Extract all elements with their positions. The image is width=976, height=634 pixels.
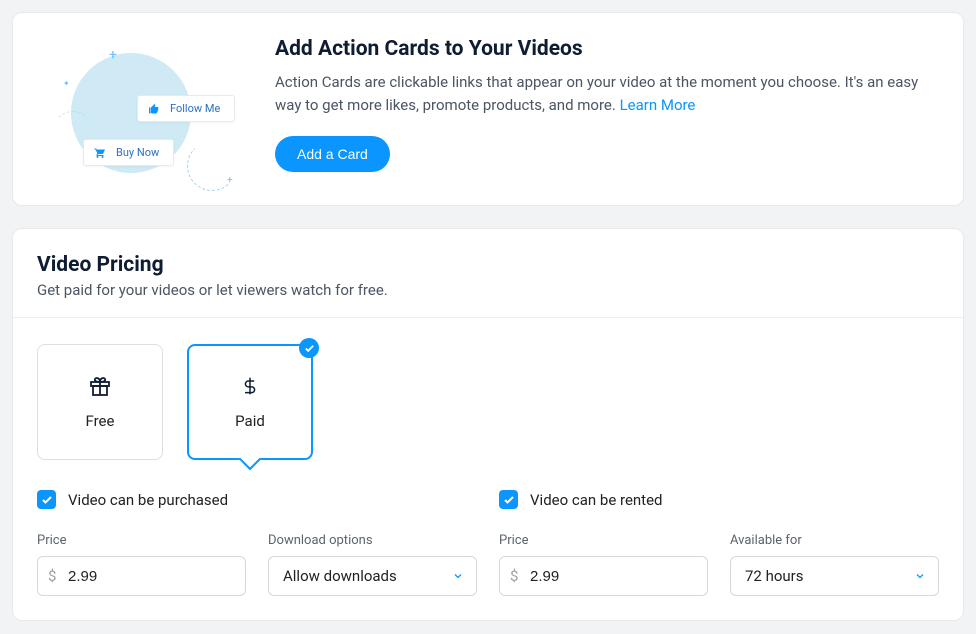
purchase-checkbox-label: Video can be purchased [68, 491, 228, 509]
purchase-price-label: Price [37, 533, 246, 548]
rent-checkbox-label: Video can be rented [530, 491, 663, 509]
checkmark-icon [41, 494, 53, 506]
rent-column: Video can be rented Price $ Available fo… [499, 490, 939, 596]
add-card-button[interactable]: Add a Card [275, 136, 390, 172]
dollar-icon [240, 374, 260, 398]
learn-more-link[interactable]: Learn More [620, 96, 696, 114]
divider [13, 317, 963, 318]
illus-chip-follow-text: Follow Me [170, 102, 220, 115]
available-for-value: 72 hours [745, 567, 804, 585]
currency-symbol: $ [48, 567, 56, 585]
chevron-down-icon [452, 570, 464, 582]
video-pricing-panel: Video Pricing Get paid for your videos o… [12, 228, 964, 621]
option-free-label: Free [86, 412, 115, 430]
pricing-options: Free Paid [37, 344, 939, 460]
available-for-select[interactable]: 72 hours [730, 556, 939, 596]
chevron-down-icon [914, 570, 926, 582]
option-paid-label: Paid [235, 412, 265, 430]
purchase-checkbox[interactable] [37, 490, 56, 509]
download-options-label: Download options [268, 533, 477, 548]
purchase-column: Video can be purchased Price $ Download … [37, 490, 477, 596]
rent-checkbox[interactable] [499, 490, 518, 509]
thumbs-up-icon [148, 103, 160, 115]
illus-chip-buy-text: Buy Now [116, 146, 159, 159]
action-cards-title: Add Action Cards to Your Videos [275, 37, 939, 61]
action-cards-description: Action Cards are clickable links that ap… [275, 71, 939, 116]
currency-symbol: $ [510, 567, 518, 585]
download-options-value: Allow downloads [283, 567, 397, 585]
illus-chip-buy: Buy Now [83, 139, 174, 166]
action-cards-illustration: + + ✦ Follow Me Buy Now [37, 31, 247, 181]
cart-icon [94, 147, 106, 159]
available-for-label: Available for [730, 533, 939, 548]
option-paid[interactable]: Paid [187, 344, 313, 460]
gift-icon [88, 374, 112, 398]
download-options-select[interactable]: Allow downloads [268, 556, 477, 596]
illus-chip-follow: Follow Me [137, 95, 235, 122]
rent-price-input[interactable] [499, 556, 708, 596]
rent-price-label: Price [499, 533, 708, 548]
pricing-subtitle: Get paid for your videos or let viewers … [37, 281, 939, 299]
check-icon [299, 338, 319, 358]
purchase-price-input[interactable] [37, 556, 246, 596]
option-free[interactable]: Free [37, 344, 163, 460]
checkmark-icon [503, 494, 515, 506]
pricing-title: Video Pricing [37, 253, 939, 277]
action-cards-panel: + + ✦ Follow Me Buy Now Add Action Cards… [12, 12, 964, 206]
